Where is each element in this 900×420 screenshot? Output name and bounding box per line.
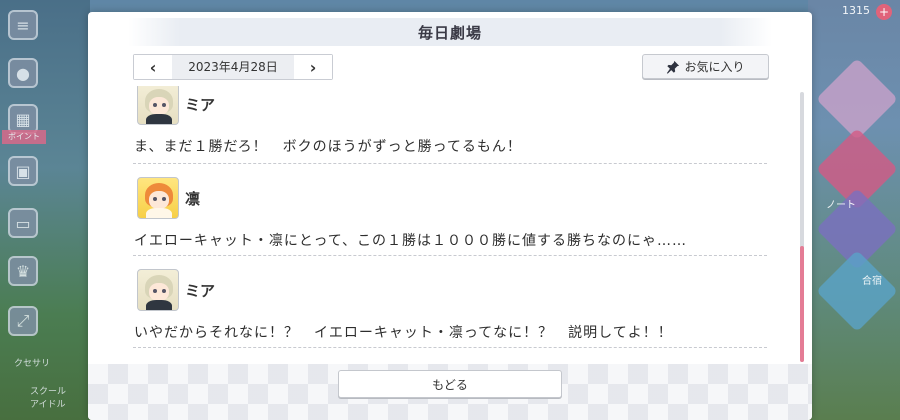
speaker-name: ミア bbox=[185, 281, 216, 300]
trophy-icon: ♛ bbox=[8, 256, 38, 286]
bg-tile-label: ノート bbox=[826, 200, 856, 211]
prev-date-button[interactable]: ‹ bbox=[134, 55, 172, 79]
chevron-left-icon: ‹ bbox=[149, 57, 157, 77]
pin-icon bbox=[667, 60, 680, 74]
speaker-name: ミア bbox=[185, 95, 216, 114]
list-item: 凛 イエローキャット・凛にとって、この１勝は１０００勝に値する勝ちなのにゃ…… bbox=[133, 164, 767, 256]
add-coin-icon: + bbox=[876, 4, 892, 20]
scrollbar[interactable] bbox=[800, 92, 804, 362]
next-date-button[interactable]: › bbox=[294, 55, 332, 79]
daily-theater-dialog: 毎日劇場 ‹ 2023年4月28日 › お気に入り ミア ま、まだ１勝だろ！ ボ… bbox=[88, 12, 812, 420]
message-header: 凛 bbox=[137, 177, 201, 219]
coin-count: 1315 bbox=[842, 4, 870, 17]
message-header: ミア bbox=[137, 86, 216, 125]
avatar bbox=[137, 86, 179, 125]
bg-tile-label: 合宿 bbox=[862, 276, 882, 287]
message-text: ま、まだ１勝だろ！ ボクのほうがずっと勝ってるもん！ bbox=[134, 139, 522, 155]
dialog-title: 毎日劇場 bbox=[417, 23, 482, 42]
chat-icon: ● bbox=[8, 58, 38, 88]
event-badge: ボイント bbox=[2, 130, 46, 144]
speaker-name: 凛 bbox=[185, 189, 201, 208]
current-date: 2023年4月28日 bbox=[172, 55, 294, 79]
avatar bbox=[137, 177, 179, 219]
message-list[interactable]: ミア ま、まだ１勝だろ！ ボクのほうがずっと勝ってるもん！ 凛 イエローキャット… bbox=[133, 86, 767, 368]
chevron-right-icon: › bbox=[309, 57, 317, 77]
avatar bbox=[137, 269, 179, 311]
gift-icon: ▣ bbox=[8, 156, 38, 186]
list-item: ミア ま、まだ１勝だろ！ ボクのほうがずっと勝ってるもん！ bbox=[133, 86, 767, 164]
scrollbar-thumb[interactable] bbox=[800, 246, 804, 362]
dialog-title-bar: 毎日劇場 bbox=[128, 18, 772, 46]
monitor-icon: ▭ bbox=[8, 208, 38, 238]
message-header: ミア bbox=[137, 269, 216, 311]
message-text: いやだからそれなに！？ イエローキャット・凛ってなに！？ 説明してよ！！ bbox=[134, 325, 673, 341]
favorite-button[interactable]: お気に入り bbox=[642, 54, 769, 79]
back-button[interactable]: もどる bbox=[338, 370, 562, 398]
date-navigator: ‹ 2023年4月28日 › bbox=[133, 54, 333, 80]
expand-icon: ⤢ bbox=[8, 306, 38, 336]
menu-icon: ≡ bbox=[8, 10, 38, 40]
list-item: ミア いやだからそれなに！？ イエローキャット・凛ってなに！？ 説明してよ！！ bbox=[133, 256, 767, 348]
accessory-label: クセサリ bbox=[14, 359, 51, 369]
favorite-label: お気に入り bbox=[684, 60, 745, 74]
school-idol-label: スクール アイドル bbox=[30, 387, 67, 410]
message-text: イエローキャット・凛にとって、この１勝は１０００勝に値する勝ちなのにゃ…… bbox=[134, 233, 688, 249]
